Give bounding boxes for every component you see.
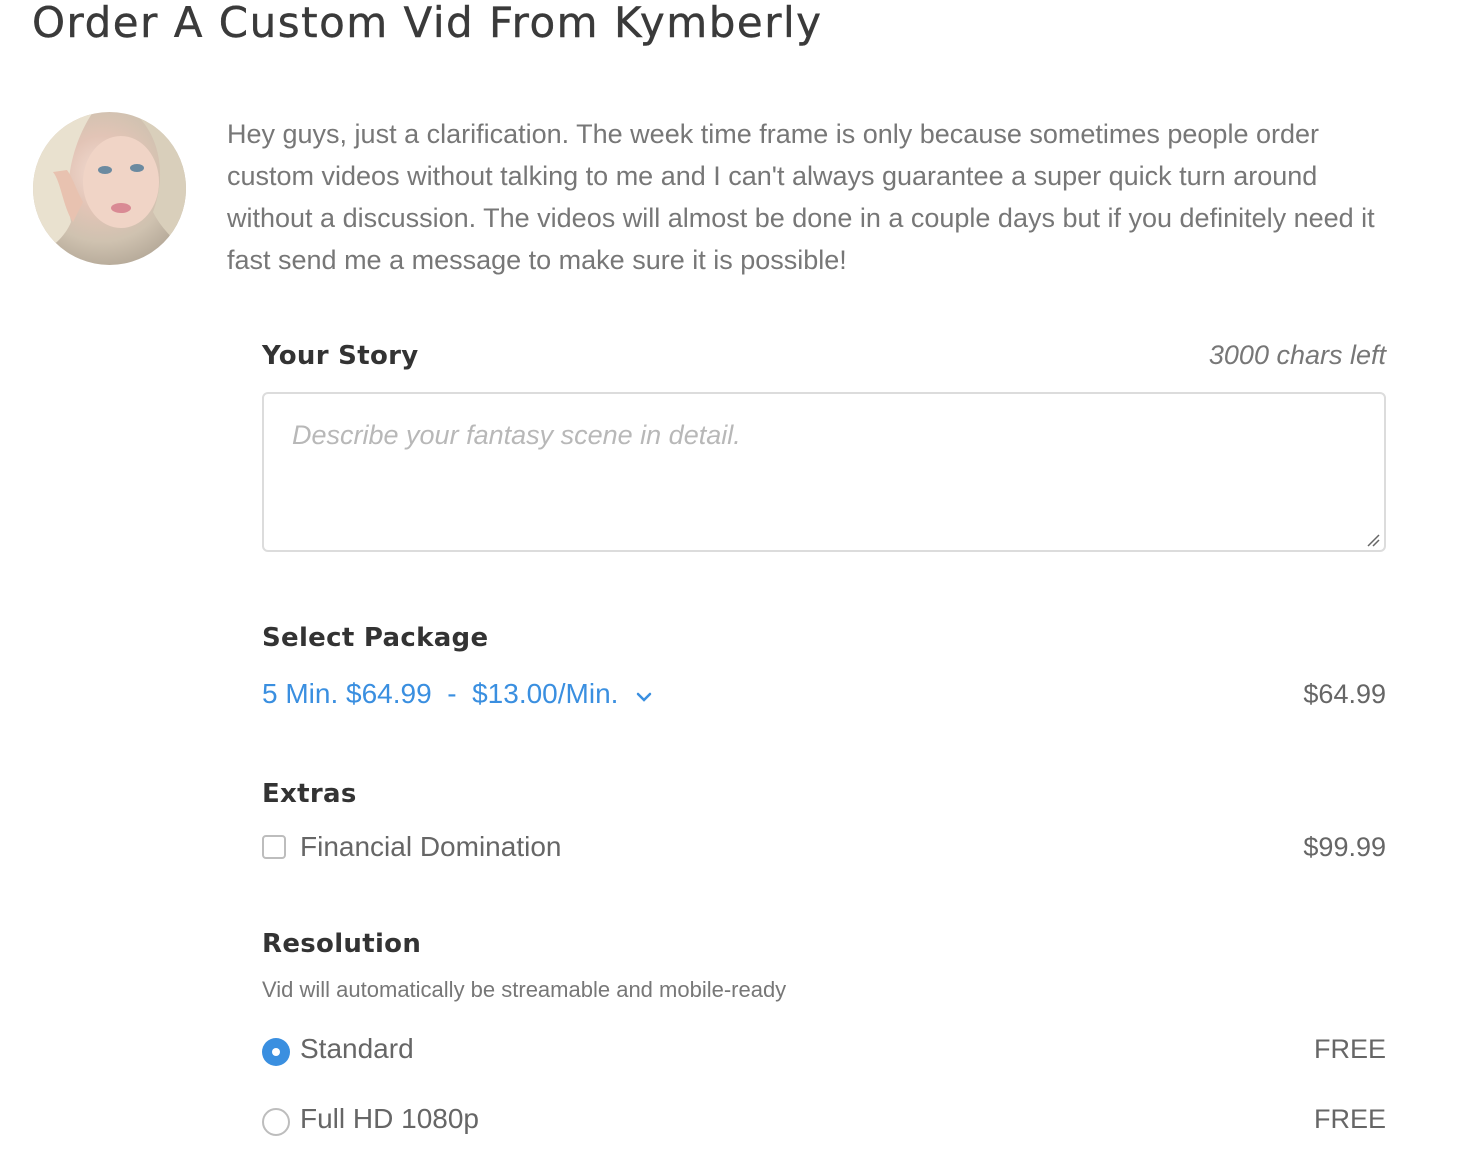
story-heading: Your Story [262,341,419,371]
resolution-option-label[interactable]: Full HD 1080p [300,1103,479,1135]
extra-item-price: $99.99 [1303,832,1386,862]
resolution-heading: Resolution [262,929,422,959]
package-heading: Select Package [262,623,489,653]
extras-heading: Extras [262,779,357,809]
story-textarea[interactable] [262,392,1386,552]
package-dropdown[interactable]: 5 Min. $64.99 - $13.00/Min. [262,678,652,710]
resolution-option-label[interactable]: Standard [300,1033,414,1065]
radio-standard[interactable] [262,1038,290,1066]
avatar [33,112,186,265]
radio-full-hd[interactable] [262,1108,290,1136]
chars-left-counter: 3000 chars left [1208,340,1386,370]
resolution-option-price: FREE [1313,1104,1386,1134]
package-price: $64.99 [1303,679,1386,709]
financial-domination-checkbox[interactable] [262,835,286,859]
resize-grip-icon[interactable] [1366,533,1380,547]
chevron-down-icon [636,678,652,710]
package-selected-label: 5 Min. $64.99 - $13.00/Min. [262,678,619,709]
resolution-option-price: FREE [1313,1034,1386,1064]
resolution-note: Vid will automatically be streamable and… [262,977,787,1002]
extra-item-label[interactable]: Financial Domination [300,831,561,863]
intro-text: Hey guys, just a clarification. The week… [227,119,1375,275]
page-title: Order A Custom Vid From Kymberly [32,0,823,47]
